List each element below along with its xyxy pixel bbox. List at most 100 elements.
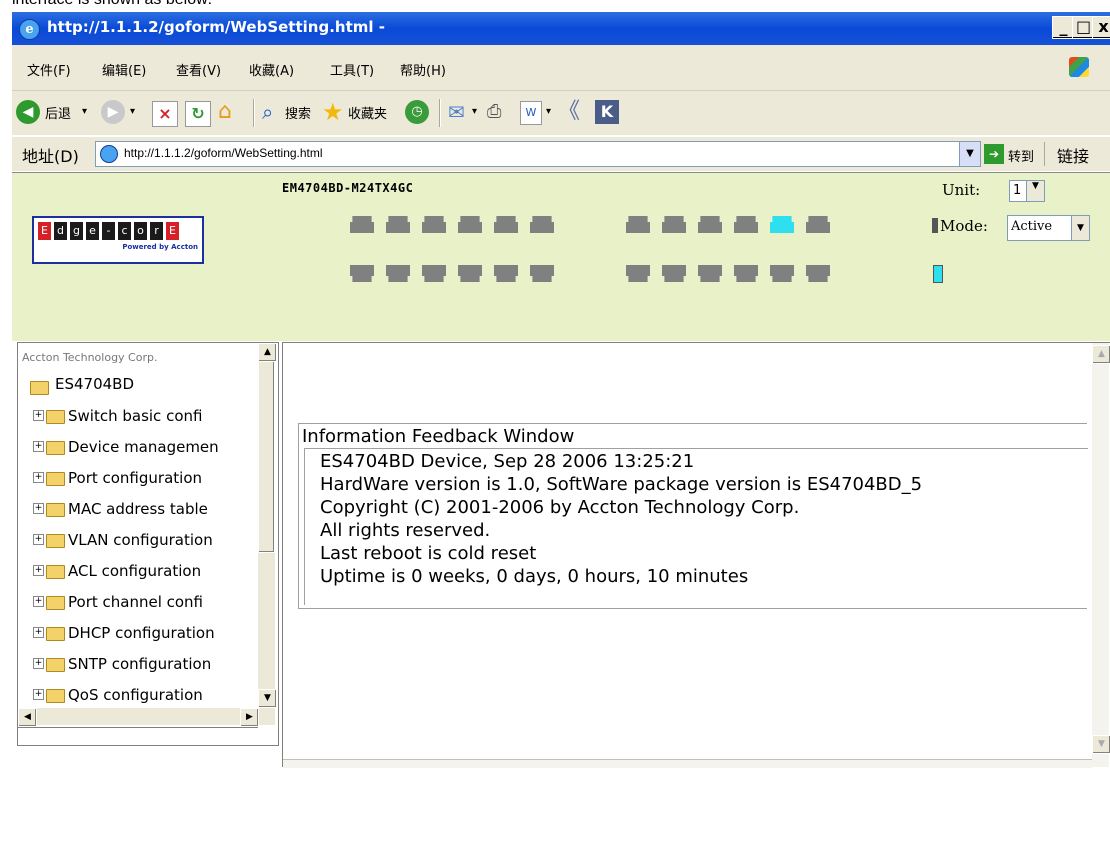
scroll-up-icon[interactable]: ▲ bbox=[258, 343, 277, 362]
tree-item-label[interactable]: QoS configuration bbox=[68, 686, 203, 704]
port-5[interactable] bbox=[494, 216, 518, 233]
tree-item-label[interactable]: MAC address table bbox=[68, 500, 208, 518]
main-hscrollbar[interactable] bbox=[283, 759, 1092, 768]
tree-item[interactable]: + Switch basic confi bbox=[18, 405, 258, 429]
menu-view[interactable]: 查看(V) bbox=[176, 60, 221, 79]
tree-item-label[interactable]: Port configuration bbox=[68, 469, 202, 487]
port-3[interactable] bbox=[422, 216, 446, 233]
port-6[interactable] bbox=[530, 216, 554, 233]
forward-arrow-icon[interactable]: ▶ bbox=[101, 100, 125, 124]
tree-item-label[interactable]: Port channel confi bbox=[68, 593, 203, 611]
port-13[interactable] bbox=[350, 265, 374, 282]
tree-item[interactable]: + QoS configuration bbox=[18, 684, 258, 708]
messenger-icon[interactable]: 《 bbox=[558, 99, 586, 125]
back-dropdown-icon[interactable]: ▾ bbox=[82, 106, 87, 117]
tree-item[interactable]: + DHCP configuration bbox=[18, 622, 258, 646]
tree-item[interactable]: + Port channel confi bbox=[18, 591, 258, 615]
menu-edit[interactable]: 编辑(E) bbox=[102, 60, 146, 79]
address-input[interactable]: http://1.1.1.2/goform/WebSetting.html ▼ bbox=[95, 141, 981, 167]
history-icon[interactable]: ◷ bbox=[405, 100, 429, 124]
mail-icon[interactable]: ✉ bbox=[448, 100, 472, 124]
port-20[interactable] bbox=[662, 265, 686, 282]
port-16[interactable] bbox=[458, 265, 482, 282]
port-2[interactable] bbox=[386, 216, 410, 233]
expand-plus-icon[interactable]: + bbox=[33, 658, 44, 669]
mode-select[interactable]: Active ▼ bbox=[1007, 215, 1090, 241]
edit-dropdown-icon[interactable]: ▾ bbox=[546, 106, 551, 117]
port-21[interactable] bbox=[698, 265, 722, 282]
expand-plus-icon[interactable]: + bbox=[33, 534, 44, 545]
back-button-label[interactable]: 后退 bbox=[45, 103, 71, 122]
favorites-button-label[interactable]: 收藏夹 bbox=[348, 103, 387, 122]
tree-item[interactable]: + Device managemen bbox=[18, 436, 258, 460]
forward-dropdown-icon[interactable]: ▾ bbox=[130, 106, 135, 117]
back-arrow-icon[interactable]: ◀ bbox=[16, 100, 40, 124]
tree-item-label[interactable]: ACL configuration bbox=[68, 562, 201, 580]
scroll-left-icon[interactable]: ◀ bbox=[18, 708, 37, 727]
scroll-right-icon[interactable]: ▶ bbox=[240, 708, 259, 727]
tree-item[interactable]: + Port configuration bbox=[18, 467, 258, 491]
links-button[interactable]: 链接 bbox=[1057, 143, 1089, 167]
port-14[interactable] bbox=[386, 265, 410, 282]
expand-plus-icon[interactable]: + bbox=[33, 565, 44, 576]
tree-item-label[interactable]: Device managemen bbox=[68, 438, 219, 456]
port-23[interactable] bbox=[770, 265, 794, 282]
port-1[interactable] bbox=[350, 216, 374, 233]
unit-select[interactable]: 1 ▼ bbox=[1009, 180, 1045, 202]
tree-item[interactable]: + ACL configuration bbox=[18, 560, 258, 584]
expand-plus-icon[interactable]: + bbox=[33, 472, 44, 483]
menu-tools[interactable]: 工具(T) bbox=[330, 60, 374, 79]
port-10[interactable] bbox=[734, 216, 758, 233]
mode-dropdown-icon[interactable]: ▼ bbox=[1071, 216, 1089, 240]
port-8[interactable] bbox=[662, 216, 686, 233]
tree-item[interactable]: + MAC address table bbox=[18, 498, 258, 522]
scroll-down-icon[interactable]: ▼ bbox=[1092, 735, 1110, 754]
port-12[interactable] bbox=[806, 216, 830, 233]
print-icon[interactable]: ⎙ bbox=[487, 100, 511, 124]
expand-plus-icon[interactable]: + bbox=[33, 596, 44, 607]
address-url[interactable]: http://1.1.1.2/goform/WebSetting.html bbox=[124, 146, 323, 160]
refresh-icon[interactable]: ↻ bbox=[185, 101, 211, 127]
port-7[interactable] bbox=[626, 216, 650, 233]
scroll-up-icon[interactable]: ▲ bbox=[1092, 345, 1110, 364]
tree-item-label[interactable]: Switch basic confi bbox=[68, 407, 202, 425]
favorites-star-icon[interactable]: ★ bbox=[322, 99, 348, 125]
scroll-thumb[interactable] bbox=[258, 361, 275, 553]
port-22[interactable] bbox=[734, 265, 758, 282]
port-17[interactable] bbox=[494, 265, 518, 282]
address-dropdown-icon[interactable]: ▼ bbox=[959, 142, 980, 166]
mail-dropdown-icon[interactable]: ▾ bbox=[472, 106, 477, 117]
expand-plus-icon[interactable]: + bbox=[33, 410, 44, 421]
menu-favorites[interactable]: 收藏(A) bbox=[249, 60, 294, 79]
main-vscrollbar[interactable]: ▲ ▼ bbox=[1092, 343, 1110, 767]
expand-plus-icon[interactable]: + bbox=[33, 627, 44, 638]
tree-item-label[interactable]: SNTP configuration bbox=[68, 655, 211, 673]
tree-item[interactable]: + SNTP configuration bbox=[18, 653, 258, 677]
search-icon[interactable]: ⌕ bbox=[262, 99, 286, 125]
close-button[interactable]: x bbox=[1092, 16, 1110, 39]
search-button-label[interactable]: 搜索 bbox=[285, 103, 311, 122]
port-9[interactable] bbox=[698, 216, 722, 233]
port-18[interactable] bbox=[530, 265, 554, 282]
stop-icon[interactable]: × bbox=[152, 101, 178, 127]
sidebar-vscrollbar[interactable]: ▲ ▼ bbox=[258, 343, 277, 725]
k-app-icon[interactable]: K bbox=[595, 100, 619, 124]
home-icon[interactable]: ⌂ bbox=[218, 99, 244, 125]
expand-plus-icon[interactable]: + bbox=[33, 689, 44, 700]
go-button[interactable]: 转到 bbox=[1008, 146, 1034, 165]
scroll-down-icon[interactable]: ▼ bbox=[258, 689, 277, 708]
port-15[interactable] bbox=[422, 265, 446, 282]
tree-item[interactable]: + VLAN configuration bbox=[18, 529, 258, 553]
tree-root[interactable]: ES4704BD bbox=[55, 375, 134, 393]
expand-plus-icon[interactable]: + bbox=[33, 441, 44, 452]
menu-help[interactable]: 帮助(H) bbox=[400, 60, 446, 79]
port-11[interactable] bbox=[770, 216, 794, 233]
menu-file[interactable]: 文件(F) bbox=[27, 60, 71, 79]
sidebar-hscrollbar[interactable]: ◀ ▶ bbox=[18, 708, 259, 727]
unit-dropdown-icon[interactable]: ▼ bbox=[1026, 181, 1044, 201]
port-19[interactable] bbox=[626, 265, 650, 282]
expand-plus-icon[interactable]: + bbox=[33, 503, 44, 514]
port-24[interactable] bbox=[806, 265, 830, 282]
tree-item-label[interactable]: VLAN configuration bbox=[68, 531, 213, 549]
edit-icon[interactable]: W bbox=[520, 101, 542, 125]
